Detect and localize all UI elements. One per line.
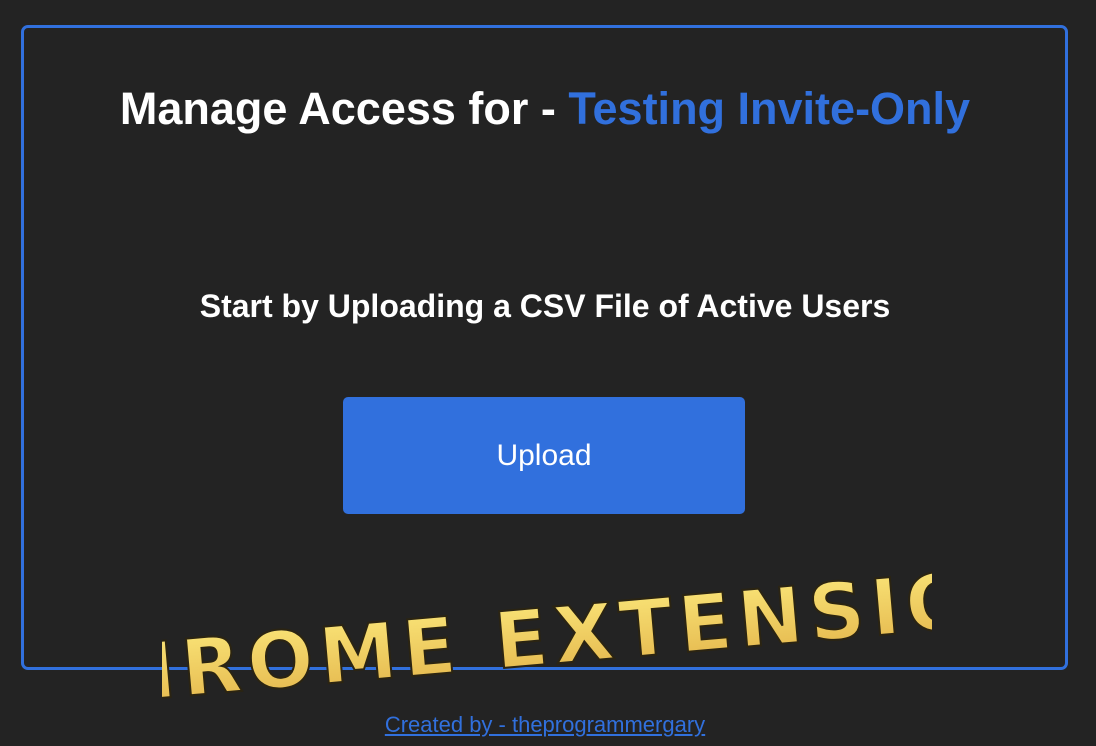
- page-title: Manage Access for - Testing Invite-Only: [0, 79, 1090, 139]
- title-accent: Testing Invite-Only: [568, 83, 971, 134]
- upload-instruction: Start by Uploading a CSV File of Active …: [199, 288, 891, 324]
- chrome-extension-watermark: CHROME EXTENSION: [162, 548, 932, 706]
- title-prefix: Manage Access for -: [119, 83, 569, 134]
- footer: Created by - theprogrammergary: [0, 710, 1090, 740]
- watermark-text: CHROME EXTENSION: [162, 549, 932, 706]
- upload-button[interactable]: Upload: [343, 397, 745, 514]
- credit-link[interactable]: Created by - theprogrammergary: [385, 712, 705, 737]
